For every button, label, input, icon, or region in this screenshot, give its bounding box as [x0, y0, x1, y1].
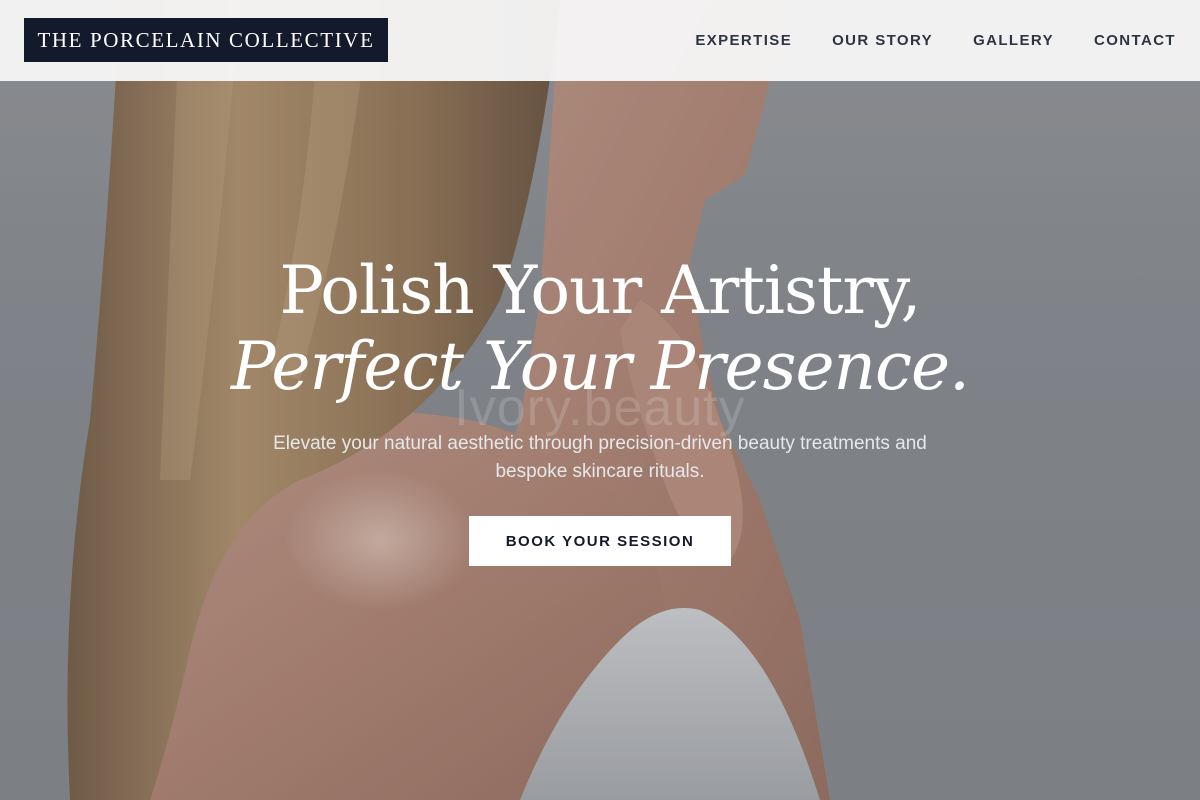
- book-session-button[interactable]: BOOK YOUR SESSION: [469, 516, 731, 566]
- main-navigation: EXPERTISE OUR STORY GALLERY CONTACT: [655, 0, 1176, 81]
- nav-link-gallery[interactable]: GALLERY: [973, 32, 1054, 49]
- hero-content: Polish Your Artistry, Perfect Your Prese…: [0, 252, 1200, 566]
- hero-headline-line-1: Polish Your Artistry,: [279, 252, 922, 329]
- nav-link-expertise[interactable]: EXPERTISE: [695, 32, 792, 49]
- site-header: THE PORCELAIN COLLECTIVE EXPERTISE OUR S…: [0, 0, 1200, 81]
- nav-link-our-story[interactable]: OUR STORY: [832, 32, 933, 49]
- hero-subtext: Elevate your natural aesthetic through p…: [273, 433, 927, 482]
- brand-logo[interactable]: THE PORCELAIN COLLECTIVE: [24, 18, 388, 62]
- hero-headline-line-2: Perfect Your Presence.: [230, 328, 970, 405]
- nav-link-contact[interactable]: CONTACT: [1094, 32, 1176, 49]
